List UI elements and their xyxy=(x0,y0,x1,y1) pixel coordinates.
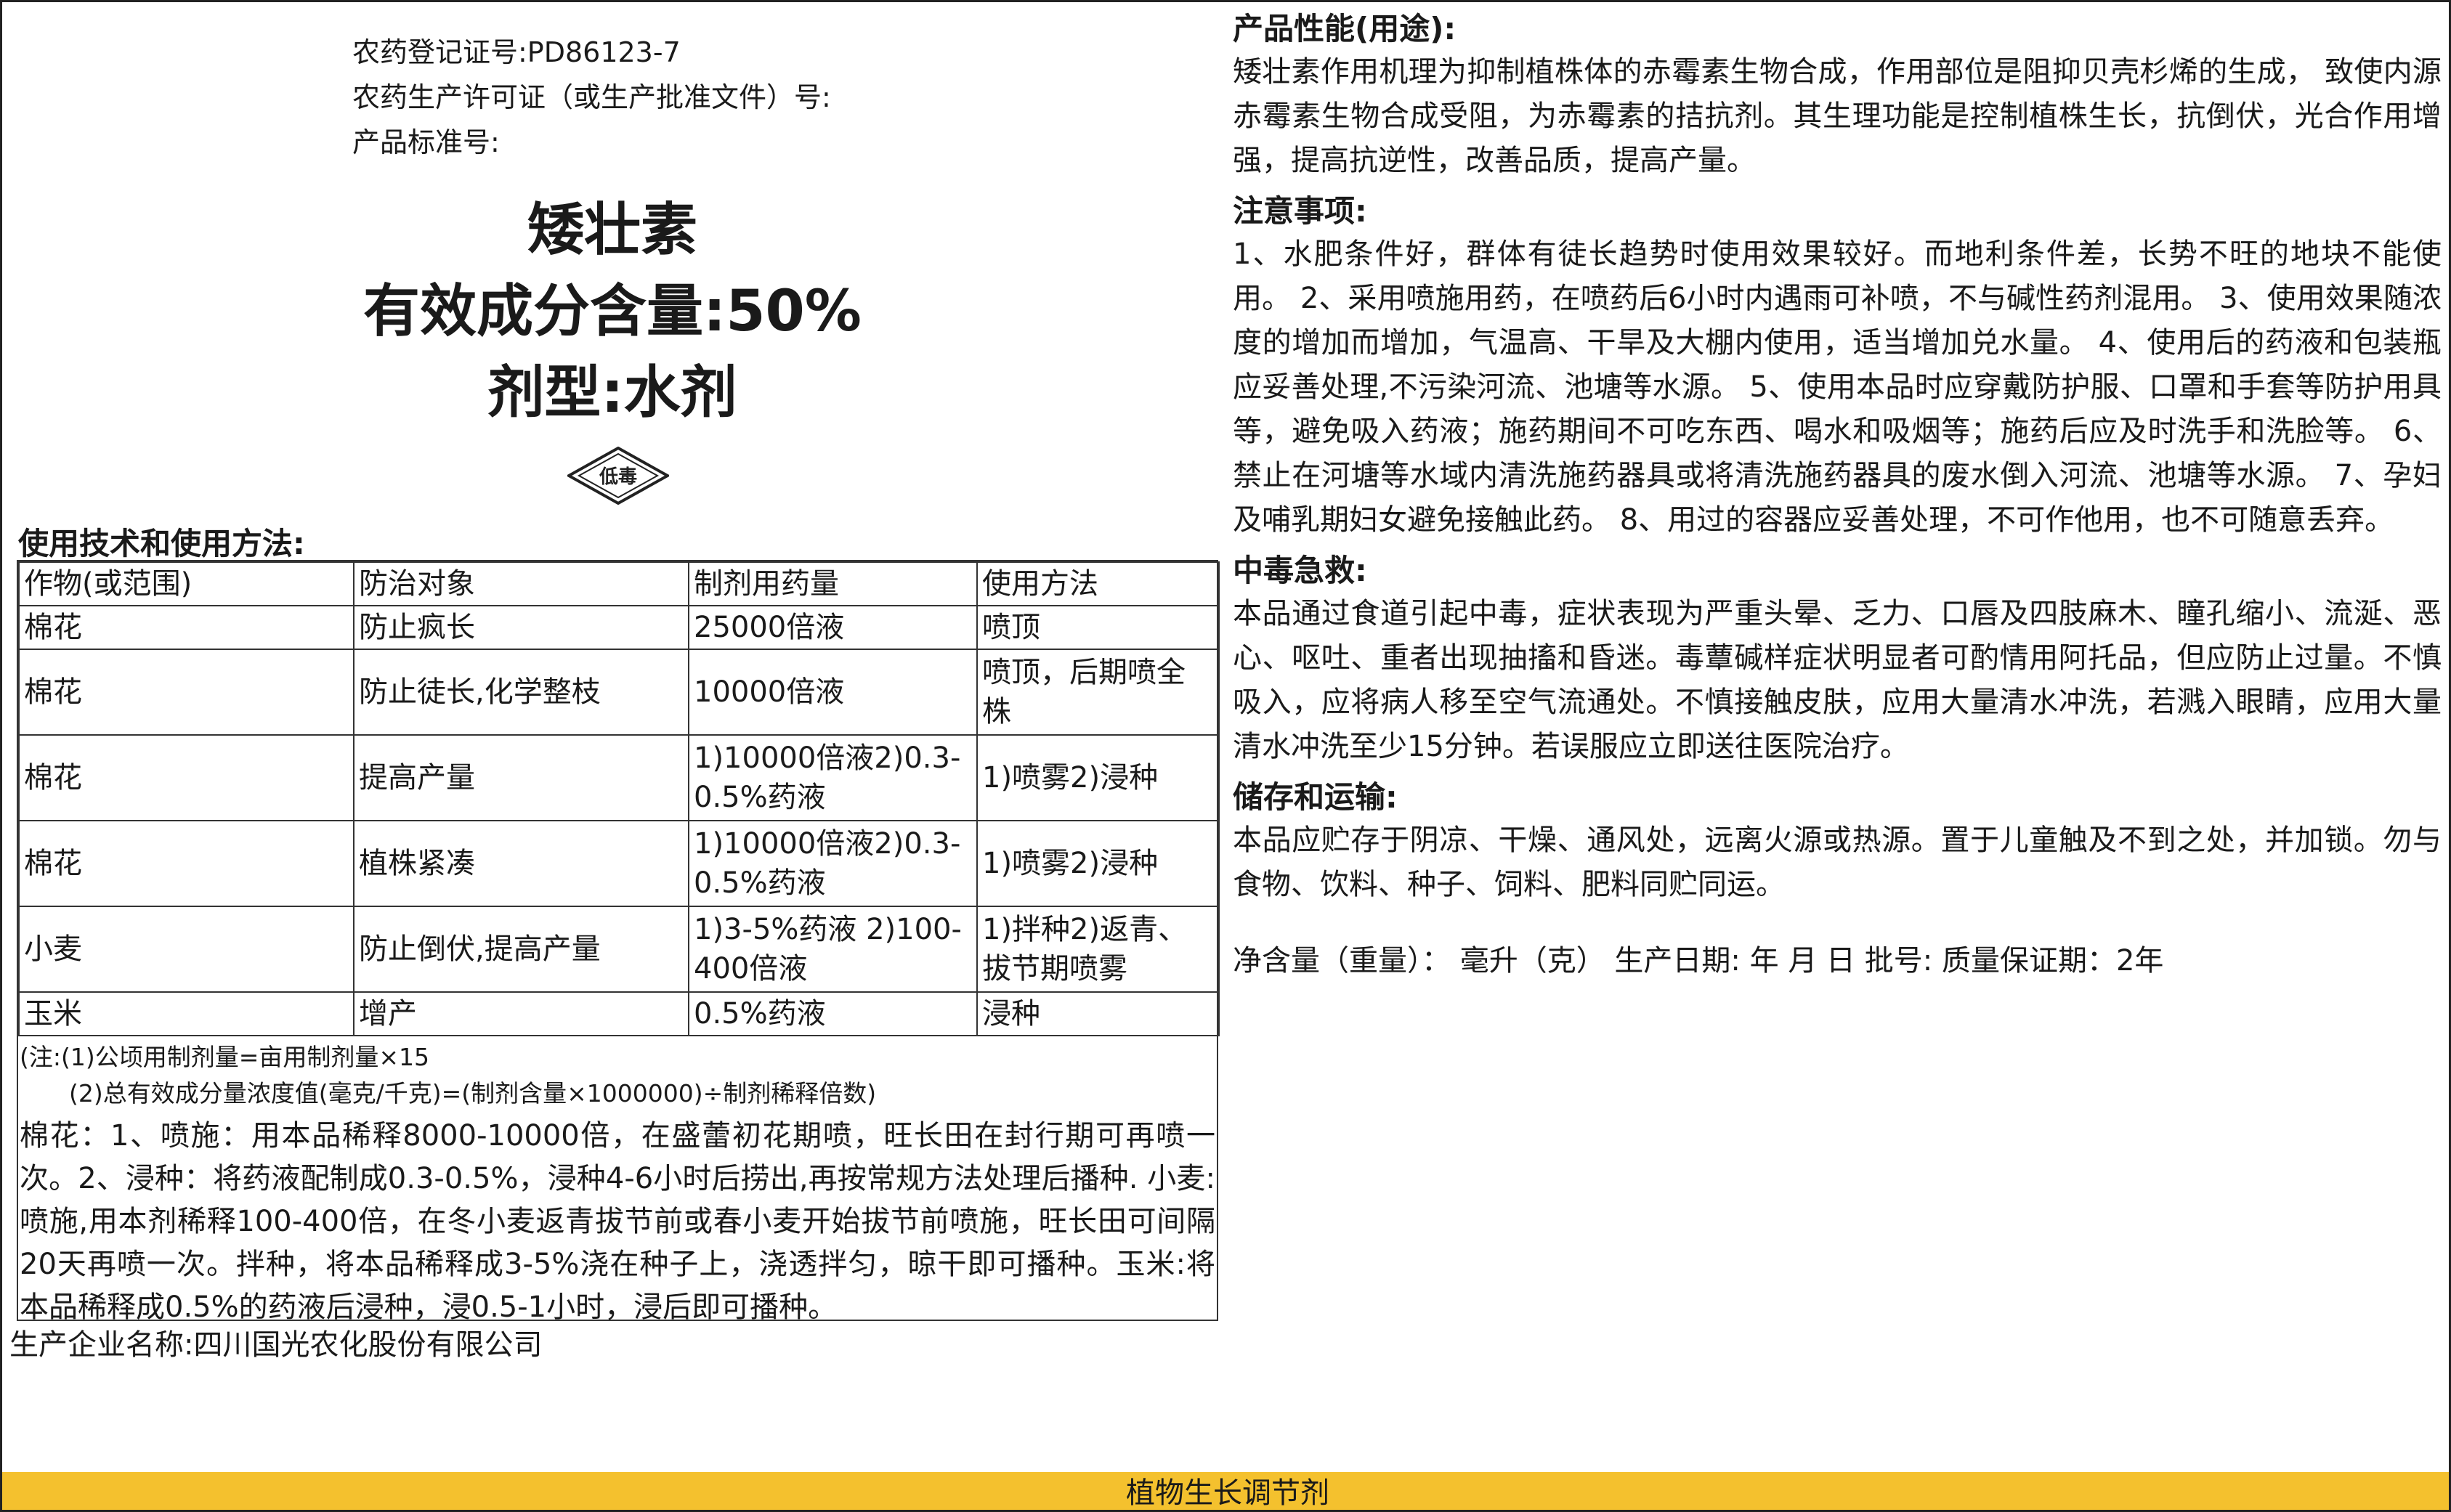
manufacturer-name: 生产企业名称:四川国光农化股份有限公司 xyxy=(9,1328,543,1362)
cell-crop: 棉花 xyxy=(18,649,355,736)
registration-number: 农药登记证号:PD86123-7 xyxy=(352,36,681,68)
cell-dosage: 10000倍液 xyxy=(688,649,978,736)
cell-method: 喷顶 xyxy=(976,605,1220,650)
right-column: 产品性能(用途): 矮壮素作用机理为抑制植株体的赤霉素生物合成，作用部位是阻抑贝… xyxy=(1233,8,2442,983)
usage-directions: 棉花：1、喷施：用本品稀释8000-10000倍，在盛蕾初花期喷，旺长田在封行期… xyxy=(20,1119,1215,1324)
net-content-line: 净含量（重量）： 毫升（克） 生产日期: 年 月 日 批号: 质量保证期：2年 xyxy=(1233,944,2164,977)
cell-crop: 棉花 xyxy=(18,820,355,907)
note-line-2: (2)总有效成分量浓度值(毫克/千克)=(制剂含量×1000000)÷制剂稀释倍… xyxy=(69,1079,877,1107)
production-license: 农药生产许可证（或生产批准文件）号: xyxy=(352,81,831,113)
performance-text: 矮壮素作用机理为抑制植株体的赤霉素生物合成，作用部位是阻抑贝壳杉烯的生成， 致使… xyxy=(1233,55,2442,177)
cell-method: 1)喷雾2)浸种 xyxy=(976,734,1220,821)
header-crop: 作物(或范围) xyxy=(18,561,355,606)
header-method: 使用方法 xyxy=(976,561,1220,606)
usage-section: 作物(或范围) 防治对象 制剂用药量 使用方法 棉花 防止疯长 25000倍液 … xyxy=(17,560,1220,1324)
performance-heading: 产品性能(用途): xyxy=(1233,11,1457,46)
active-content: 有效成分含量:50% xyxy=(363,279,862,344)
pesticide-label: 农药登记证号:PD86123-7 农药生产许可证（或生产批准文件）号: 产品标准… xyxy=(0,0,2451,1512)
cell-target: 提高产量 xyxy=(353,734,689,821)
table-row: 棉花 防止徒长,化学整枝 10000倍液 喷顶，后期喷全株 xyxy=(18,649,1220,736)
cell-dosage: 25000倍液 xyxy=(688,605,978,650)
usage-heading: 使用技术和使用方法: xyxy=(18,526,305,561)
header-dosage: 制剂用药量 xyxy=(688,561,978,606)
product-name: 矮壮素 xyxy=(527,198,697,263)
cell-crop: 棉花 xyxy=(18,605,355,650)
cell-method: 喷顶，后期喷全株 xyxy=(976,649,1220,736)
cell-target: 防止疯长 xyxy=(353,605,689,650)
storage-text: 本品应贮存于阴凉、干燥、通风处，远离火源或热源。置于儿童触及不到之处，并加锁。勿… xyxy=(1233,824,2442,901)
header-target: 防治对象 xyxy=(353,561,689,606)
usage-notes: (注:(1)公顷用制剂量=亩用制剂量×15 (2)总有效成分量浓度值(毫克/千克… xyxy=(18,1036,1217,1329)
cell-target: 增产 xyxy=(353,991,689,1036)
table-row: 小麦 防止倒伏,提高产量 1)3-5%药液 2)100-400倍液 1)拌种2)… xyxy=(18,906,1220,993)
cell-target: 防止倒伏,提高产量 xyxy=(353,906,689,993)
note-line-1: (注:(1)公顷用制剂量=亩用制剂量×15 xyxy=(20,1043,430,1071)
table-row: 棉花 植株紧凑 1)10000倍液2)0.3-0.5%药液 1)喷雾2)浸种 xyxy=(18,820,1220,907)
cell-dosage: 1)10000倍液2)0.3-0.5%药液 xyxy=(688,734,978,821)
table-row: 棉花 防止疯长 25000倍液 喷顶 xyxy=(18,605,1220,650)
table-row: 玉米 增产 0.5%药液 浸种 xyxy=(18,991,1220,1036)
cell-method: 1)拌种2)返青、拔节期喷雾 xyxy=(976,906,1220,993)
first-aid-text: 本品通过食道引起中毒，症状表现为严重头晕、乏力、口唇及四肢麻木、瞳孔缩小、流涎、… xyxy=(1233,597,2442,763)
first-aid-heading: 中毒急救: xyxy=(1233,553,1367,588)
low-toxicity-icon: 低毒 xyxy=(565,446,671,505)
table-row: 棉花 提高产量 1)10000倍液2)0.3-0.5%药液 1)喷雾2)浸种 xyxy=(18,734,1220,821)
formulation: 剂型:水剂 xyxy=(487,360,737,426)
product-standard: 产品标准号: xyxy=(352,126,500,158)
cell-method: 浸种 xyxy=(976,991,1220,1036)
cell-dosage: 0.5%药液 xyxy=(688,991,978,1036)
cell-target: 防止徒长,化学整枝 xyxy=(353,649,689,736)
storage-heading: 储存和运输: xyxy=(1233,779,1398,815)
toxicity-badge-text: 低毒 xyxy=(599,466,637,488)
table-header-row: 作物(或范围) 防治对象 制剂用药量 使用方法 xyxy=(18,561,1220,606)
precautions-text: 1、水肥条件好，群体有徒长趋势时使用效果较好。而地利条件差，长势不旺的地块不能使… xyxy=(1233,237,2442,537)
precautions-heading: 注意事项: xyxy=(1233,193,1367,229)
usage-table: 作物(或范围) 防治对象 制剂用药量 使用方法 棉花 防止疯长 25000倍液 … xyxy=(18,561,1220,1036)
cell-dosage: 1)3-5%药液 2)100-400倍液 xyxy=(688,906,978,993)
cell-crop: 玉米 xyxy=(18,991,355,1036)
category-band: 植物生长调节剂 xyxy=(2,1472,2449,1510)
cell-crop: 棉花 xyxy=(18,734,355,821)
registration-block: 农药登记证号:PD86123-7 农药生产许可证（或生产批准文件）号: 产品标准… xyxy=(352,30,831,165)
cell-target: 植株紧凑 xyxy=(353,820,689,907)
cell-dosage: 1)10000倍液2)0.3-0.5%药液 xyxy=(688,820,978,907)
product-title-block: 矮壮素 有效成分含量:50% 剂型:水剂 xyxy=(307,190,917,434)
cell-crop: 小麦 xyxy=(18,906,355,993)
cell-method: 1)喷雾2)浸种 xyxy=(976,820,1220,907)
